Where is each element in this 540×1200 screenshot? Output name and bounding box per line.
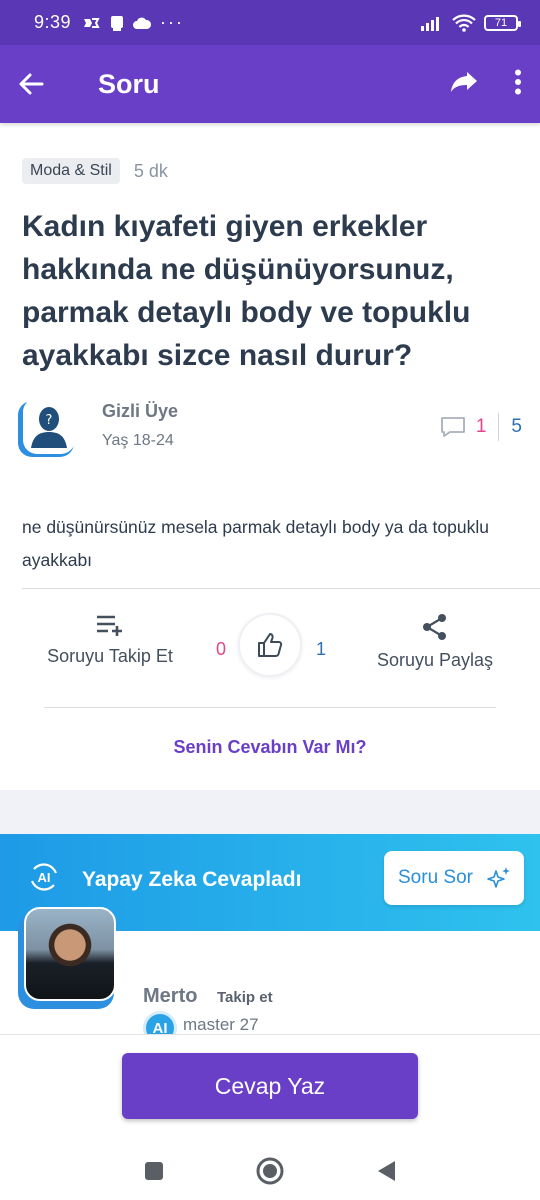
network-icon [84, 17, 100, 28]
stats-divider [498, 413, 500, 441]
write-answer-button[interactable]: Cevap Yaz [122, 1053, 418, 1119]
page-title: Soru [98, 68, 160, 99]
category-tag[interactable]: Moda & Stil [22, 158, 120, 184]
signal-icon [421, 16, 439, 31]
wifi-icon [452, 14, 476, 32]
ai-logo-icon: AI [30, 863, 58, 891]
question-body: ne düşünürsünüz mesela parmak detaylı bo… [22, 517, 489, 570]
cloud-icon [133, 17, 152, 29]
share-question-label: Soruyu Paylaş [376, 650, 494, 670]
question-stats: 1 5 [440, 413, 522, 441]
like-group: 0 1 [216, 613, 326, 683]
answer-author-name[interactable]: Merto [143, 985, 197, 1008]
anonymous-user-icon: ? [31, 407, 67, 448]
ask-question-button[interactable]: Soru Sor [384, 851, 524, 905]
forward-share-icon [451, 71, 477, 92]
status-time: 9:39 [34, 12, 72, 32]
share-button[interactable] [450, 71, 478, 98]
more-options-button[interactable] [514, 69, 522, 100]
share-question-button[interactable]: Soruyu Paylaş [370, 613, 500, 671]
anonymous-avatar[interactable]: ? [18, 398, 75, 457]
battery-level: 71 [494, 16, 508, 29]
divider [22, 588, 540, 589]
kebab-menu-icon [515, 69, 521, 94]
ai-banner-title: Yapay Zeka Cevapladı [82, 868, 302, 891]
answer-card: Merto Takip et AI master 27 [0, 901, 540, 1045]
svg-text:?: ? [46, 413, 53, 428]
question-actions: Soruyu Takip Et 0 1 Soruyu Paylaş [0, 613, 540, 693]
answer-author-level: master 27 [183, 1015, 259, 1034]
back-button[interactable] [18, 64, 58, 104]
recents-button[interactable] [143, 1160, 165, 1182]
answer-avatar[interactable] [24, 907, 116, 1001]
status-bar: 9:39 ··· 71 [0, 0, 540, 45]
view-count: 5 [511, 416, 522, 437]
question-meta: Moda & Stil 5 dk [22, 158, 168, 184]
battery-icon: 71 [484, 14, 521, 31]
divider [44, 707, 496, 708]
ai-logo-text: AI [38, 870, 51, 885]
comment-count: 1 [475, 416, 487, 437]
question-time: 5 dk [133, 160, 168, 181]
home-button[interactable] [255, 1156, 285, 1186]
more-notifications-icon: ··· [160, 12, 185, 32]
ask-question-label: Soru Sor [398, 867, 473, 888]
arrow-left-icon [19, 73, 44, 95]
sparkle-icon [487, 867, 510, 888]
like-count: 1 [315, 639, 326, 659]
playlist-add-icon [97, 615, 122, 636]
app-bar: Soru [0, 45, 540, 123]
system-nav-bar [0, 1141, 540, 1200]
your-answer-link[interactable]: Senin Cevabın Var Mı? [0, 737, 540, 758]
follow-question-label: Soruyu Takip Et [47, 646, 173, 666]
follow-question-button[interactable]: Soruyu Takip Et [40, 613, 180, 667]
thumbs-up-icon [258, 633, 283, 657]
author-name[interactable]: Gizli Üye [102, 401, 178, 422]
question-title: Kadın kıyafeti giyen erkekler hakkında n… [22, 210, 471, 372]
share-icon [423, 614, 446, 640]
sim-icon [111, 15, 124, 31]
like-button[interactable] [238, 613, 302, 677]
dislike-count: 0 [216, 639, 227, 659]
comment-icon [440, 417, 465, 437]
back-nav-button[interactable] [375, 1159, 397, 1183]
follow-author-button[interactable]: Takip et [217, 989, 273, 1006]
question-author: ? Gizli Üye Yaş 18-24 1 5 [18, 395, 522, 465]
status-notification-icons: ··· [81, 12, 184, 33]
section-spacer [0, 790, 540, 834]
author-age: Yaş 18-24 [102, 432, 174, 449]
bottom-action-bar: Cevap Yaz [0, 1034, 540, 1141]
